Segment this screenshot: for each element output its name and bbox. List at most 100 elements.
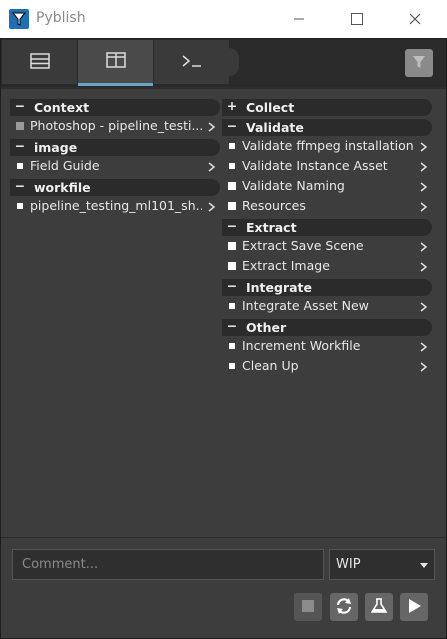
checkbox[interactable] <box>228 262 236 270</box>
chevron-right-icon[interactable] <box>418 200 430 214</box>
overview-icon <box>29 52 50 72</box>
pyblish-logo-icon <box>9 9 29 29</box>
play-icon <box>406 598 422 617</box>
plugins-panel: + Collect − Validate Validate ffmpeg ins… <box>222 96 432 376</box>
list-item[interactable]: Resources <box>222 196 432 216</box>
group-label: Integrate <box>246 280 313 295</box>
flask-icon <box>370 597 388 617</box>
checkbox[interactable] <box>228 162 236 170</box>
list-item[interactable]: Extract Image <box>222 256 432 276</box>
item-label: Validate Instance Asset <box>242 158 388 173</box>
reset-button[interactable] <box>330 593 358 621</box>
publish-button[interactable] <box>400 593 428 621</box>
chevron-right-icon[interactable] <box>206 160 218 174</box>
group-collect[interactable]: + Collect <box>222 98 432 116</box>
group-other[interactable]: − Other <box>222 318 432 336</box>
maximize-button[interactable] <box>328 0 386 38</box>
window-title: Pyblish <box>36 10 86 26</box>
group-label: image <box>34 140 78 155</box>
checkbox[interactable] <box>228 302 236 310</box>
checkbox[interactable] <box>228 142 236 150</box>
group-image[interactable]: − image <box>10 138 220 156</box>
state-select[interactable]: WIP <box>329 549 435 580</box>
collapse-toggle[interactable]: − <box>14 138 26 153</box>
chevron-right-icon[interactable] <box>206 120 218 134</box>
title-bar: Pyblish <box>0 0 447 38</box>
footer-divider <box>1 537 446 538</box>
list-item[interactable]: pipeline_testing_ml101_sh... <box>10 196 220 216</box>
checkbox[interactable] <box>228 242 236 250</box>
terminal-icon <box>181 54 203 71</box>
tab-overview[interactable] <box>2 40 77 84</box>
comment-input[interactable]: Comment... <box>12 549 324 580</box>
list-item[interactable]: Increment Workfile <box>222 336 432 356</box>
item-label: Clean Up <box>242 358 299 373</box>
checkbox[interactable] <box>228 342 236 350</box>
group-label: Collect <box>246 100 295 115</box>
item-label: Integrate Asset New <box>242 298 369 313</box>
split-view-icon <box>105 52 126 71</box>
list-item[interactable]: Photoshop - pipeline_testi... <box>10 116 220 136</box>
item-label: Extract Save Scene <box>242 238 364 253</box>
collapse-toggle[interactable]: − <box>14 178 26 193</box>
filter-button[interactable] <box>405 49 433 77</box>
chevron-right-icon[interactable] <box>418 340 430 354</box>
chevron-right-icon[interactable] <box>418 140 430 154</box>
checkbox[interactable] <box>16 202 24 210</box>
close-button[interactable] <box>386 0 444 38</box>
item-label: pipeline_testing_ml101_sh... <box>30 198 202 213</box>
group-context[interactable]: − Context <box>10 98 220 116</box>
chevron-right-icon[interactable] <box>206 200 218 214</box>
item-label: Validate Naming <box>242 178 345 193</box>
collapse-toggle[interactable]: − <box>226 218 238 233</box>
chevron-right-icon[interactable] <box>418 300 430 314</box>
chevron-right-icon[interactable] <box>418 180 430 194</box>
list-item[interactable]: Field Guide <box>10 156 220 176</box>
chevron-right-icon[interactable] <box>418 240 430 254</box>
refresh-icon <box>335 597 353 618</box>
chevron-right-icon[interactable] <box>418 360 430 374</box>
minimize-button[interactable] <box>270 0 328 38</box>
group-workfile[interactable]: − workfile <box>10 178 220 196</box>
list-item[interactable]: Extract Save Scene <box>222 236 432 256</box>
tab-terminal[interactable] <box>154 40 229 84</box>
stop-button[interactable] <box>294 593 322 621</box>
item-label: Increment Workfile <box>242 338 361 353</box>
collapse-toggle[interactable]: − <box>226 318 238 333</box>
group-extract[interactable]: − Extract <box>222 218 432 236</box>
tab-artist[interactable] <box>78 40 153 86</box>
collapse-toggle[interactable]: − <box>226 278 238 293</box>
tab-bar <box>1 39 446 87</box>
group-validate[interactable]: − Validate <box>222 118 432 136</box>
collapse-toggle[interactable]: − <box>14 98 26 113</box>
checkbox[interactable] <box>228 182 236 190</box>
checkbox[interactable] <box>228 362 236 370</box>
item-label: Extract Image <box>242 258 330 273</box>
list-item[interactable]: Clean Up <box>222 356 432 376</box>
item-label: Photoshop - pipeline_testi... <box>30 118 202 133</box>
list-item[interactable]: Integrate Asset New <box>222 296 432 316</box>
checkbox[interactable] <box>16 122 24 130</box>
list-item[interactable]: Validate ffmpeg installation <box>222 136 432 156</box>
item-label: Field Guide <box>30 158 100 173</box>
item-label: Validate ffmpeg installation <box>242 138 414 153</box>
group-label: Validate <box>246 120 304 135</box>
chevron-right-icon[interactable] <box>418 160 430 174</box>
list-item[interactable]: Validate Naming <box>222 176 432 196</box>
list-item[interactable]: Validate Instance Asset <box>222 156 432 176</box>
checkbox[interactable] <box>228 202 236 210</box>
group-label: Other <box>246 320 287 335</box>
expand-toggle[interactable]: + <box>226 98 238 113</box>
group-label: workfile <box>34 180 91 195</box>
stop-icon <box>301 599 315 616</box>
tab-bar-end <box>229 48 239 76</box>
group-integrate[interactable]: − Integrate <box>222 278 432 296</box>
chevron-right-icon[interactable] <box>418 260 430 274</box>
validate-button[interactable] <box>365 593 393 621</box>
collapse-toggle[interactable]: − <box>226 118 238 133</box>
dropdown-arrow-icon <box>420 563 428 568</box>
tab-divider <box>1 87 446 89</box>
instances-panel: − Context Photoshop - pipeline_testi... … <box>10 96 220 216</box>
item-label: Resources <box>242 198 306 213</box>
checkbox[interactable] <box>16 162 24 170</box>
